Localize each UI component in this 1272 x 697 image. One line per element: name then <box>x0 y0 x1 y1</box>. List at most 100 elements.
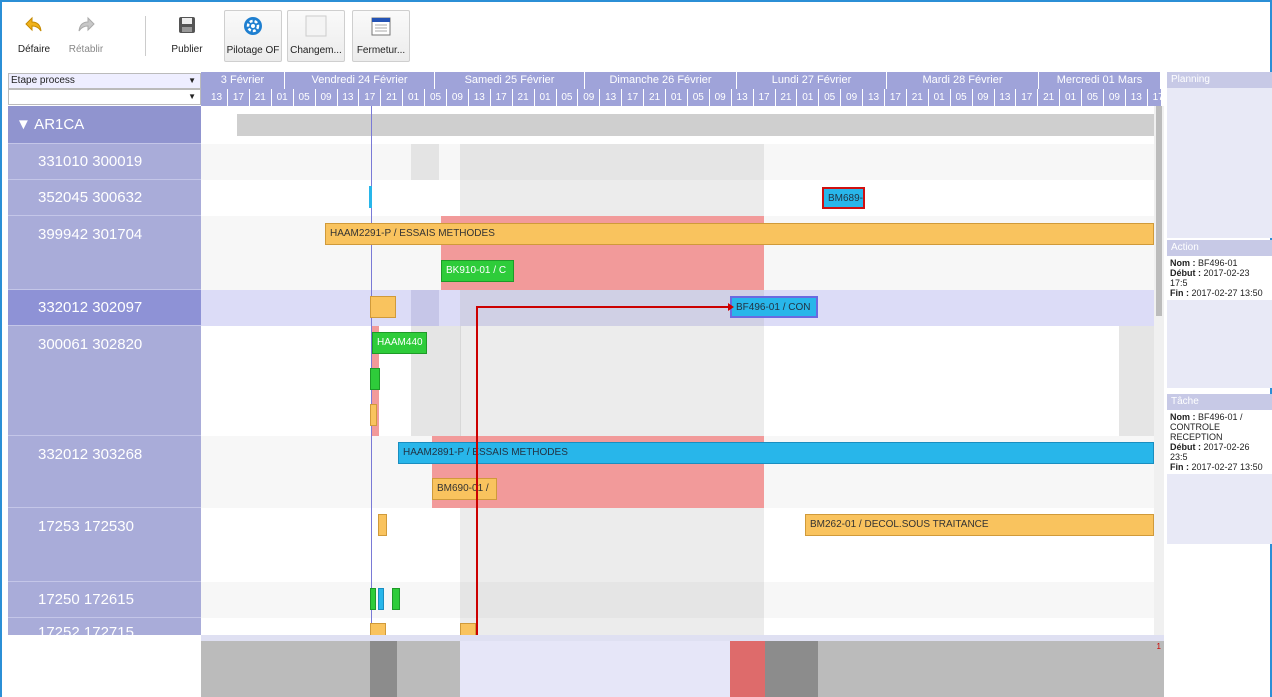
tache-nom-label: Nom : <box>1170 412 1196 422</box>
hour-header: 01 <box>1060 89 1083 106</box>
hour-header: 09 <box>1104 89 1126 106</box>
hour-header: 21 <box>907 89 929 106</box>
hour-header: 17 <box>622 89 645 106</box>
hour-header: 01 <box>403 89 426 106</box>
planning-panel: Planning <box>1167 72 1272 238</box>
overview-segment <box>765 641 818 697</box>
hour-header: 17 <box>754 89 776 106</box>
action-nom: BF496-01 <box>1198 258 1238 268</box>
hour-header: 17 <box>228 89 250 106</box>
action-panel-title: Action <box>1167 240 1272 256</box>
day-header: Mardi 28 Février <box>887 72 1039 89</box>
hour-header: 09 <box>316 89 338 106</box>
row-label[interactable]: 399942 301704 <box>8 216 201 290</box>
row-label[interactable]: 331010 300019 <box>8 144 201 180</box>
close-label: Fermetur... <box>356 45 406 56</box>
scrollbar-thumb[interactable] <box>1156 106 1162 316</box>
action-fin: 2017-02-27 13:50 <box>1191 288 1263 298</box>
publish-label: Publier <box>171 44 203 55</box>
hour-header: 05 <box>556 89 579 106</box>
secondary-select[interactable]: ▼ <box>8 89 201 105</box>
hour-header: 21 <box>775 89 798 106</box>
blank-icon <box>305 15 327 37</box>
day-header: Mercredi 01 Mars <box>1039 72 1161 89</box>
chevron-down-icon: ▼ <box>188 92 196 101</box>
publish-button[interactable]: Publier <box>162 10 212 62</box>
undo-icon <box>23 14 45 36</box>
row-label-selected[interactable]: 332012 302097 <box>8 290 201 326</box>
gear-icon <box>242 15 264 37</box>
pilotage-of-label: Pilotage OF <box>226 45 280 56</box>
row-label[interactable]: 332012 303268 <box>8 436 201 508</box>
hour-header: 21 <box>1038 89 1061 106</box>
hour-header: 05 <box>1082 89 1104 106</box>
redo-label: Rétablir <box>68 44 104 55</box>
hour-header: 05 <box>294 89 316 106</box>
action-panel: Action Nom : BF496-01 Début : 2017-02-23… <box>1167 240 1272 388</box>
action-debut-label: Début : <box>1170 268 1201 278</box>
gantt-grid[interactable]: BM689- HAAM2291-P / ESSAIS METHODES BK91… <box>201 106 1154 635</box>
undo-label: Défaire <box>17 44 51 55</box>
redo-icon <box>75 14 97 36</box>
hour-header: 17 <box>359 89 382 106</box>
close-button[interactable]: Fermetur... <box>352 10 410 62</box>
redo-button[interactable]: Rétablir <box>62 10 110 62</box>
hour-header: 17 <box>1148 89 1161 106</box>
hour-header: 13 <box>469 89 491 106</box>
hour-header: 13 <box>206 89 228 106</box>
overview-viewport[interactable] <box>460 641 730 697</box>
overview-segment <box>730 641 765 697</box>
change-button[interactable]: Changem... <box>287 10 345 62</box>
overview-strip[interactable]: 1 <box>201 635 1164 697</box>
hour-header: 01 <box>535 89 557 106</box>
overview-marker: 1 <box>1156 642 1161 651</box>
hour-header: 05 <box>688 89 710 106</box>
hour-header: 17 <box>491 89 513 106</box>
day-header: 3 Février <box>201 72 285 89</box>
tache-panel-title: Tâche <box>1167 394 1272 410</box>
hour-header: 09 <box>710 89 732 106</box>
day-header: Samedi 25 Février <box>435 72 585 89</box>
hour-header: 21 <box>513 89 535 106</box>
row-label[interactable]: 352045 300632 <box>8 180 201 216</box>
hour-header: 01 <box>797 89 820 106</box>
dependency-link[interactable] <box>201 106 1154 635</box>
timeline-hours-header: 13 17 21 01 05 09 13 17 21 01 05 09 13 17 21 01 05 09 13 17… <box>201 89 1161 106</box>
hour-header: 01 <box>272 89 294 106</box>
hour-header: 09 <box>841 89 864 106</box>
row-label[interactable]: 300061 302820 <box>8 326 201 436</box>
hour-header: 01 <box>929 89 951 106</box>
overview-segment <box>370 641 397 697</box>
group-row-ar1ca[interactable]: ▼ AR1CA <box>8 106 201 144</box>
undo-button[interactable]: Défaire <box>10 10 58 62</box>
hour-header: 13 <box>863 89 885 106</box>
hour-header: 05 <box>951 89 973 106</box>
row-label[interactable]: 17253 172530 <box>8 508 201 582</box>
tache-fin-label: Fin : <box>1170 462 1189 472</box>
hour-header: 09 <box>578 89 601 106</box>
chevron-down-icon: ▼ <box>188 76 196 85</box>
hour-header: 13 <box>994 89 1017 106</box>
vertical-scrollbar[interactable] <box>1154 106 1164 635</box>
action-fin-label: Fin : <box>1170 288 1189 298</box>
hour-header: 13 <box>337 89 360 106</box>
row-labels: ▼ AR1CA 331010 300019 352045 300632 3999… <box>8 106 201 635</box>
action-panel-body: Nom : BF496-01 Début : 2017-02-23 17:5 F… <box>1167 256 1272 300</box>
hour-header: 05 <box>819 89 842 106</box>
tache-debut-label: Début : <box>1170 442 1201 452</box>
tache-fin: 2017-02-27 13:50 <box>1191 462 1263 472</box>
hour-header: 13 <box>600 89 623 106</box>
toolbar: Défaire Rétablir Publier Pilotage OF Cha… <box>2 2 1268 68</box>
hour-header: 09 <box>447 89 469 106</box>
save-icon <box>176 14 198 36</box>
row-label[interactable]: 17252 172715 <box>8 618 201 635</box>
action-nom-label: Nom : <box>1170 258 1196 268</box>
pilotage-of-button[interactable]: Pilotage OF <box>224 10 282 62</box>
day-header: Vendredi 24 Février <box>285 72 435 89</box>
hour-header: 21 <box>381 89 404 106</box>
row-label[interactable]: 17250 172615 <box>8 582 201 618</box>
process-step-select[interactable]: Etape process ▼ <box>8 73 201 89</box>
tache-panel-body: Nom : BF496-01 / CONTROLE RECEPTION Débu… <box>1167 410 1272 474</box>
tache-panel: Tâche Nom : BF496-01 / CONTROLE RECEPTIO… <box>1167 394 1272 544</box>
hour-header: 21 <box>644 89 666 106</box>
